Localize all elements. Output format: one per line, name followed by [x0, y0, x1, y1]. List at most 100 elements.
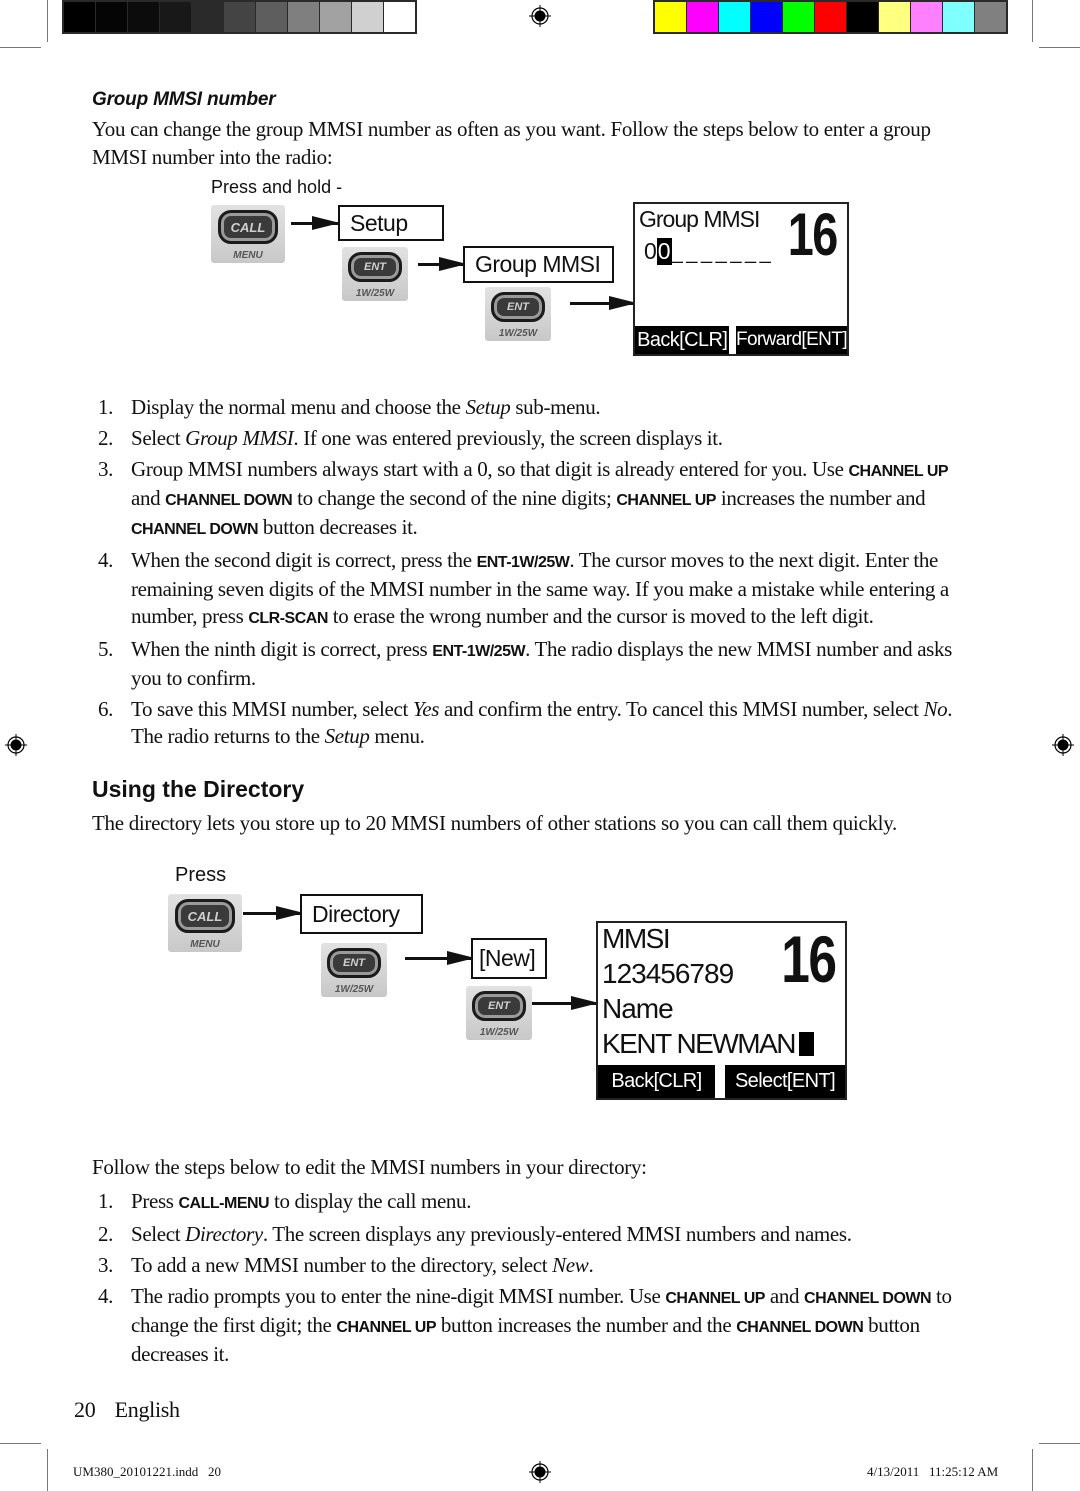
button-keyword: ENT-1W/25W [476, 554, 570, 571]
step-item: 1. Display the normal menu and choose the… [92, 394, 982, 421]
italic-term: Directory [185, 1222, 263, 1246]
button-sublabel: 1W/25W [479, 1027, 519, 1038]
step-item: 5. When the ninth digit is correct, press… [92, 636, 982, 692]
gray-swatch [160, 2, 191, 32]
menu-item-group-mmsi: Group MMSI [463, 246, 614, 283]
color-swatch [687, 2, 718, 32]
italic-term: Group MMSI [185, 426, 294, 450]
lcd-entry: 0 0 _ _ _ _ _ _ _ [644, 238, 771, 265]
call-menu-button: CALL MENU [168, 894, 242, 952]
step-text: and [131, 486, 166, 510]
gray-swatch [192, 2, 223, 32]
color-swatch [911, 2, 942, 32]
color-bar [653, 0, 1008, 34]
italic-term: No [923, 697, 948, 721]
step-text: to change the second of the nine digits; [292, 486, 617, 510]
step-item: 4. The radio prompts you to enter the nin… [92, 1283, 982, 1368]
registration-mark-icon [529, 1461, 551, 1483]
menu-item-directory: Directory [300, 894, 423, 934]
italic-term: Yes [412, 697, 440, 721]
button-keyword: CHANNEL DOWN [131, 521, 259, 538]
lcd-channel: 16 [788, 201, 838, 268]
arrow-icon [291, 216, 340, 230]
button-label: ENT [507, 301, 529, 313]
color-swatch [655, 2, 686, 32]
step-item: 4. When the second digit is correct, pres… [92, 547, 982, 632]
crop-mark [47, 0, 48, 42]
gray-swatch [64, 2, 95, 32]
button-keyword: CHANNEL UP [336, 1319, 436, 1336]
step-text: menu. [369, 724, 425, 748]
step-text: When the second digit is correct, press … [131, 548, 477, 572]
menu-label: [New] [479, 945, 536, 971]
arrow-icon [532, 996, 599, 1010]
crop-mark [1032, 0, 1033, 42]
directory-intro: The directory lets you store up to 20 MM… [92, 811, 898, 835]
crop-mark [1039, 47, 1080, 48]
step-text: and confirm the entry. To cancel this MM… [439, 697, 924, 721]
entry-placeholder: _ _ _ _ _ _ _ [671, 242, 771, 264]
page-number: 20 [74, 1397, 96, 1422]
lcd-line-number: 123456789 [602, 958, 734, 989]
slug-timestamp: 4/13/2011 11:25:12 AM [867, 1464, 999, 1479]
directory-follow-text: Follow the steps below to edit the MMSI … [92, 1155, 647, 1179]
button-keyword: CHANNEL DOWN [804, 1290, 932, 1307]
step-text: The radio prompts you to enter the nine-… [131, 1284, 666, 1308]
step-text: sub-menu. [510, 395, 601, 419]
step-number: 1. [98, 1189, 114, 1213]
registration-mark-icon [529, 5, 551, 27]
registration-mark-icon [5, 734, 27, 756]
cursor-block [799, 1032, 814, 1056]
color-swatch [783, 2, 814, 32]
lcd-line-mmsi: MMSI [602, 923, 671, 954]
step-text: increases the number and [715, 486, 926, 510]
step-number: 6. [98, 697, 114, 721]
color-swatch [719, 2, 750, 32]
arrow-icon [405, 951, 475, 965]
call-menu-button: CALL MENU [211, 205, 285, 263]
button-keyword: CHANNEL UP [616, 492, 716, 509]
arrow-icon [570, 296, 637, 310]
step-number: 3. [98, 457, 114, 481]
ent-button: ENT 1W/25W [342, 247, 408, 301]
button-keyword: ENT-1W/25W [432, 643, 526, 660]
lcd-title: Group MMSI [639, 206, 760, 232]
step-text: Display the normal menu and choose the [131, 395, 466, 419]
softkey-forward: Forward[ENT] [735, 326, 848, 354]
color-swatch [943, 2, 974, 32]
grayscale-bar [62, 0, 417, 34]
button-keyword: CHANNEL UP [848, 463, 949, 480]
step-number: 3. [98, 1253, 114, 1277]
italic-term: Setup [324, 724, 370, 748]
step-number: 5. [98, 637, 114, 661]
page-footer: 20 English [74, 1396, 180, 1424]
button-sublabel: 1W/25W [498, 328, 538, 339]
section-title-directory: Using the Directory [92, 776, 305, 802]
button-keyword: CHANNEL DOWN [736, 1319, 864, 1336]
button-sublabel: MENU [233, 250, 263, 261]
button-keyword: CHANNEL UP [665, 1290, 765, 1307]
step-number: 1. [98, 395, 114, 419]
gray-swatch [352, 2, 383, 32]
diagram-instruction: Press [175, 864, 227, 886]
crop-mark [1039, 1443, 1080, 1444]
step-text: To save this MMSI number, select [131, 697, 413, 721]
step-item: 2. Select Group MMSI. If one was entered … [92, 425, 982, 452]
step-text: Group MMSI numbers always start with a 0… [131, 457, 849, 481]
step-text: . [588, 1253, 594, 1277]
step-text: and [764, 1284, 805, 1308]
registration-mark-icon [1052, 734, 1074, 756]
lcd-line-name: KENT NEWMAN [602, 1028, 814, 1060]
gray-swatch [96, 2, 127, 32]
name-value: KENT NEWMAN [602, 1028, 797, 1059]
menu-label: Setup [350, 209, 408, 236]
softkey-back: Back[CLR] [635, 326, 730, 354]
step-text: Select [131, 1222, 186, 1246]
button-sublabel: 1W/25W [355, 288, 395, 299]
softkey-back: Back[CLR] [598, 1065, 715, 1098]
group-mmsi-steps: 1. Display the normal menu and choose the… [92, 394, 982, 754]
color-swatch [847, 2, 878, 32]
lcd-channel: 16 [780, 922, 837, 996]
arrow-icon [418, 257, 467, 271]
step-text: to erase the wrong number and the cursor… [327, 604, 874, 628]
